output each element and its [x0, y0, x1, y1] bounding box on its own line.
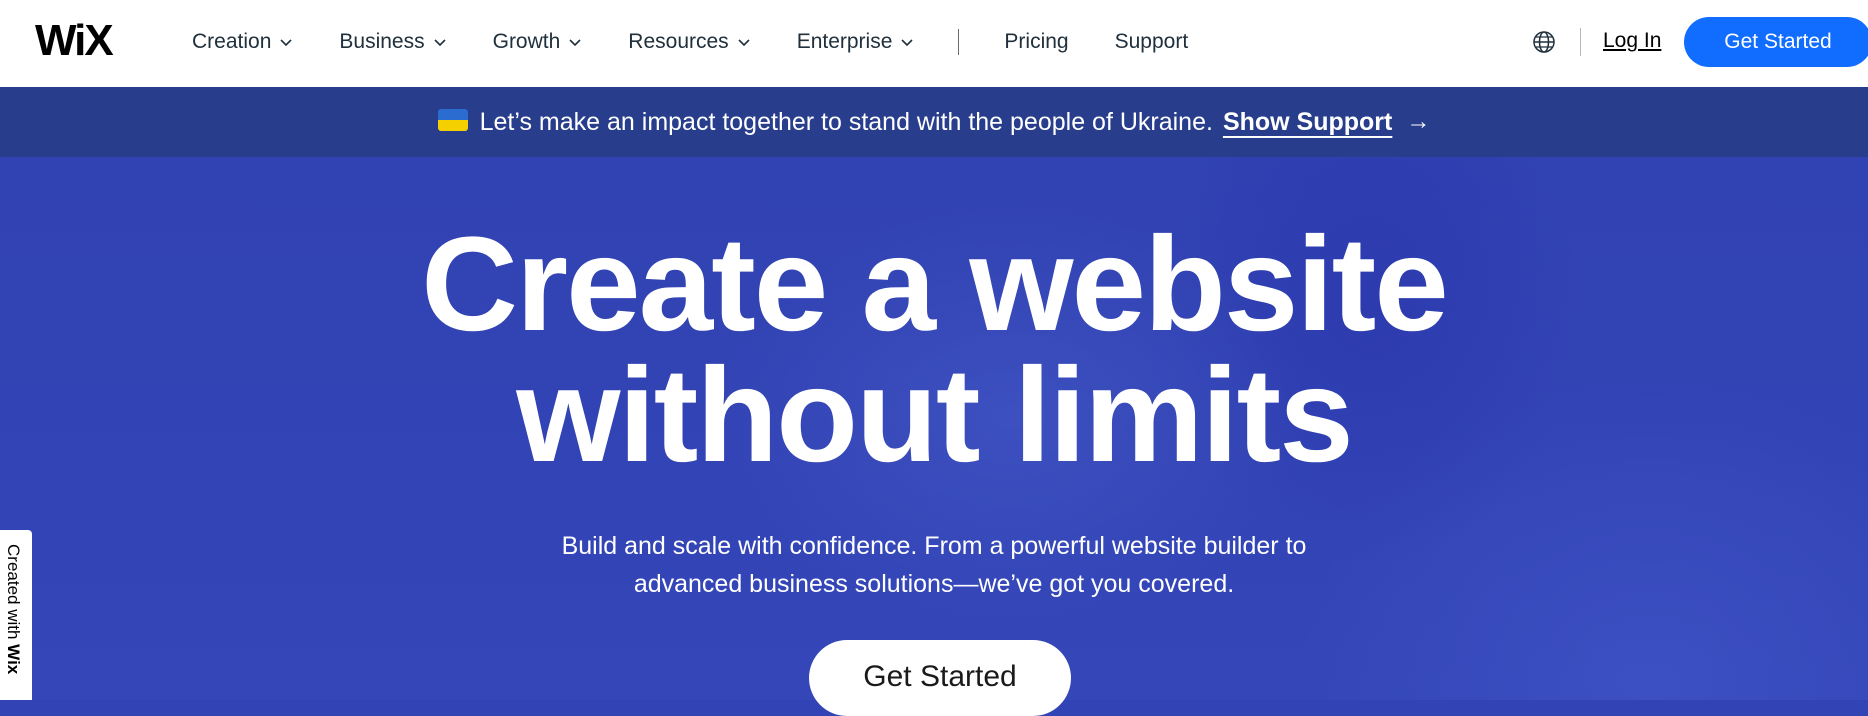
login-link[interactable]: Log In: [1603, 29, 1661, 53]
nav-item-label: Creation: [192, 30, 272, 53]
badge-text: Created with Wix: [3, 544, 23, 674]
nav-item-business[interactable]: Business: [339, 30, 446, 54]
show-support-link[interactable]: Show Support: [1223, 108, 1392, 137]
hero-title-line-2: without limits: [516, 341, 1353, 490]
wix-logo[interactable]: WiX: [35, 19, 114, 63]
hero-section: Create a website without limits Build an…: [0, 157, 1868, 716]
header-divider: [1580, 28, 1581, 56]
nav-item-label: Business: [339, 30, 425, 53]
hero-title: Create a website without limits: [0, 218, 1868, 483]
main-nav: Creation Business Growth Resources Enter…: [192, 0, 1234, 84]
chevron-down-icon: [280, 39, 292, 47]
nav-item-support[interactable]: Support: [1115, 30, 1189, 54]
hero-get-started-button[interactable]: Get Started: [809, 640, 1071, 716]
nav-item-enterprise[interactable]: Enterprise: [797, 30, 915, 54]
nav-item-resources[interactable]: Resources: [628, 30, 750, 54]
chevron-down-icon: [901, 39, 913, 47]
nav-item-pricing[interactable]: Pricing: [1004, 30, 1068, 54]
arrow-right-icon[interactable]: →: [1406, 108, 1430, 136]
ukraine-flag-icon: [437, 109, 468, 131]
hero-subtitle-line-1: Build and scale with confidence. From a …: [561, 532, 1307, 560]
site-header: WiX Creation Business Growth Resources E…: [0, 0, 1868, 87]
chevron-down-icon: [569, 39, 581, 47]
nav-item-creation[interactable]: Creation: [192, 30, 293, 54]
nav-item-label: Growth: [492, 30, 561, 53]
nav-item-label: Resources: [628, 30, 729, 53]
globe-icon[interactable]: [1532, 30, 1556, 54]
badge-brand: Wix: [4, 644, 23, 675]
nav-item-growth[interactable]: Growth: [493, 30, 583, 54]
hero-title-line-1: Create a website: [421, 210, 1449, 359]
hero-subtitle-line-2: advanced business solutions—we’ve got yo…: [633, 570, 1235, 598]
nav-divider: [958, 29, 960, 55]
get-started-button[interactable]: Get Started: [1684, 17, 1868, 67]
nav-item-label: Enterprise: [796, 30, 893, 53]
banner-text: Let’s make an impact together to stand w…: [479, 107, 1213, 136]
badge-prefix: Created with: [4, 544, 23, 645]
created-with-wix-badge[interactable]: Created with Wix: [0, 530, 32, 700]
chevron-down-icon: [738, 39, 750, 47]
hero-subtitle: Build and scale with confidence. From a …: [0, 527, 1868, 603]
chevron-down-icon: [434, 39, 446, 47]
ukraine-banner: Let’s make an impact together to stand w…: [0, 87, 1868, 157]
